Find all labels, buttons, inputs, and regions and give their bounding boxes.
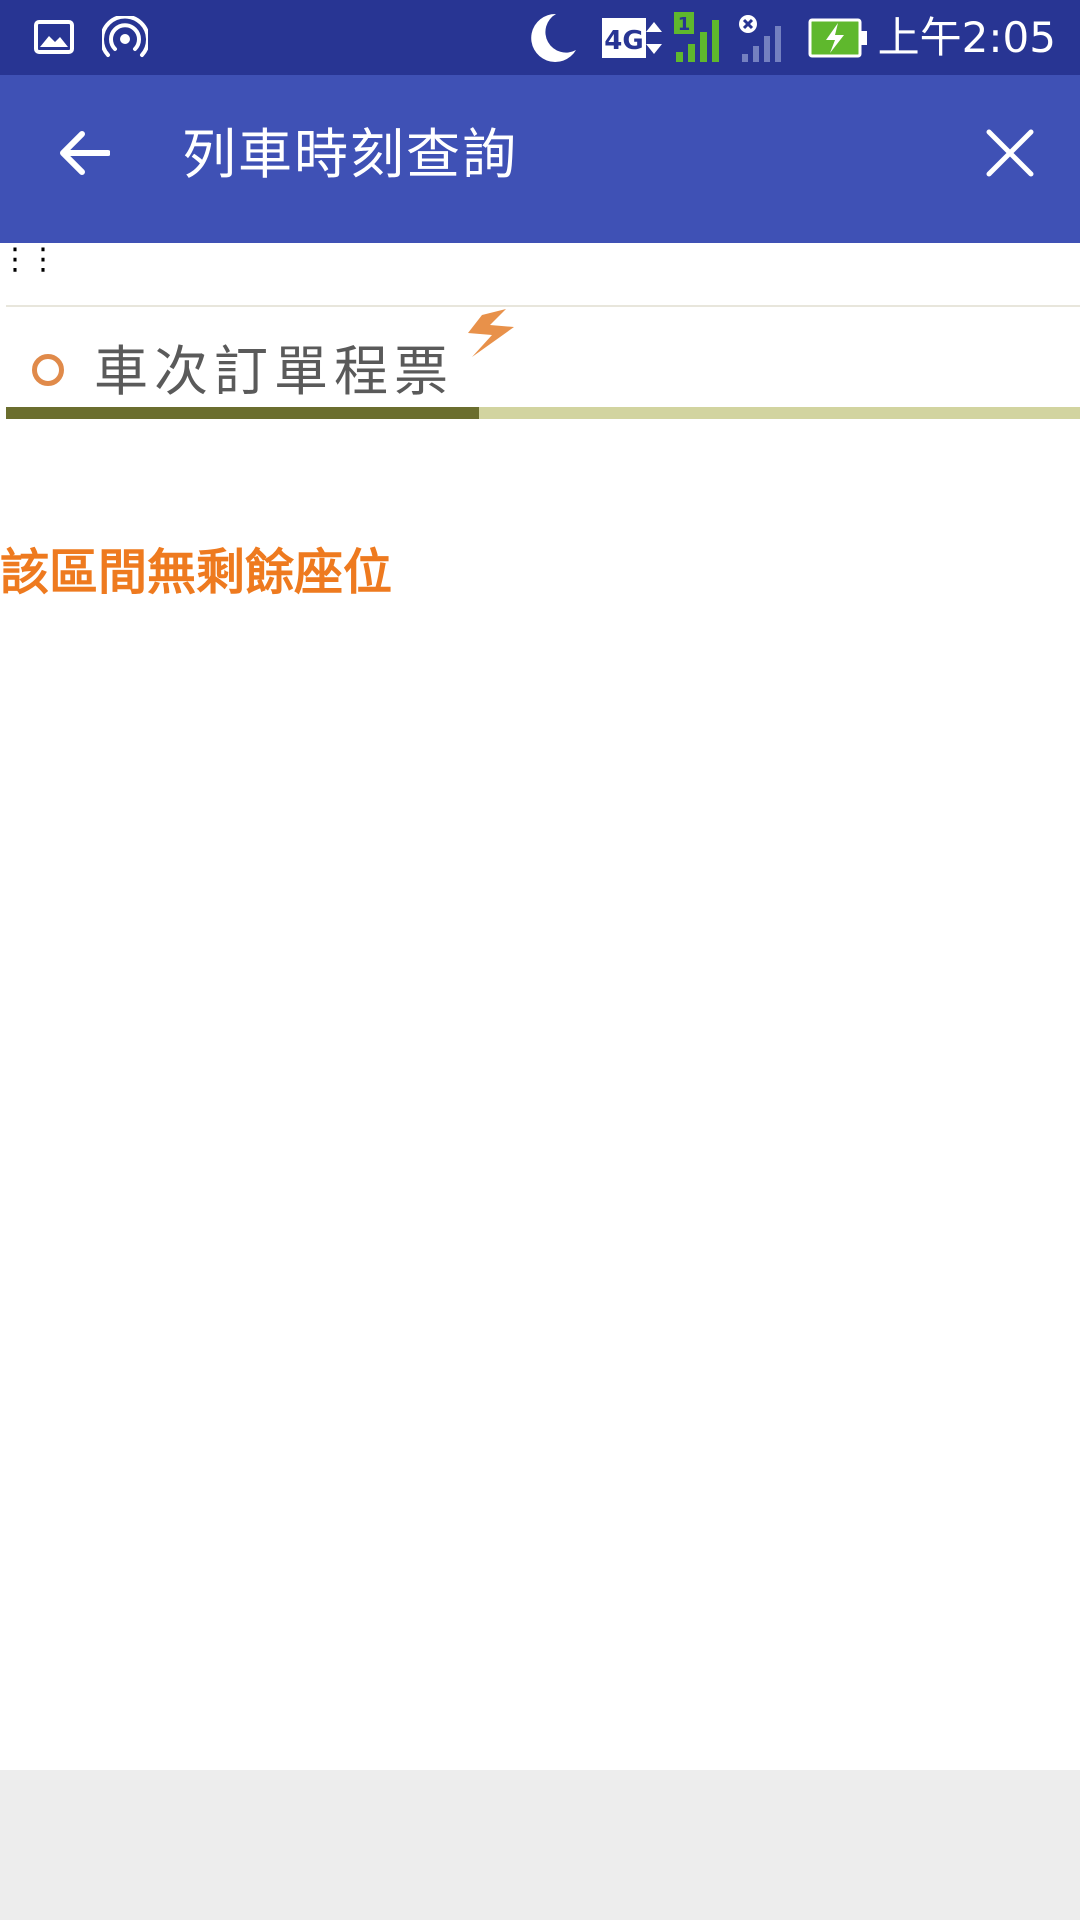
circle-bullet-icon xyxy=(32,354,64,386)
banner-title: 車次訂單程票 xyxy=(94,340,454,403)
booking-banner: 車次訂單程票 xyxy=(6,307,1080,427)
step-progress-fill xyxy=(6,407,479,419)
page-title: 列車時刻查詢 xyxy=(182,123,518,186)
arrow-left-icon xyxy=(58,129,111,181)
close-icon xyxy=(986,129,1034,181)
more-dots: ⋮⋮ xyxy=(0,242,58,277)
moon-icon xyxy=(526,10,580,68)
close-button[interactable] xyxy=(970,115,1050,195)
no-signal-icon xyxy=(738,14,794,68)
sim-slot-label: 1 xyxy=(678,14,691,35)
webview-content: ⋮⋮ 車次訂單程票 該區間無剩餘座位 xyxy=(0,243,1080,1770)
app-bar: 列車時刻查詢 xyxy=(0,75,1080,243)
network-4g-label: 4G xyxy=(604,26,643,56)
no-seat-message: 該區間無剩餘座位 xyxy=(0,544,393,601)
signal-icon: 1 xyxy=(672,12,728,68)
step-progress-bar xyxy=(6,407,1080,419)
status-time: 上午2:05 xyxy=(877,13,1056,62)
battery-charging-icon xyxy=(808,18,868,62)
gallery-icon xyxy=(34,20,74,58)
bottom-panel xyxy=(0,1770,1080,1920)
back-button[interactable] xyxy=(44,115,124,195)
hotspot-icon xyxy=(100,14,150,66)
swoosh-icon xyxy=(462,307,522,367)
network-4g-icon: 4G xyxy=(602,18,668,66)
status-bar: 4G 1 上午2:05 xyxy=(0,0,1080,75)
